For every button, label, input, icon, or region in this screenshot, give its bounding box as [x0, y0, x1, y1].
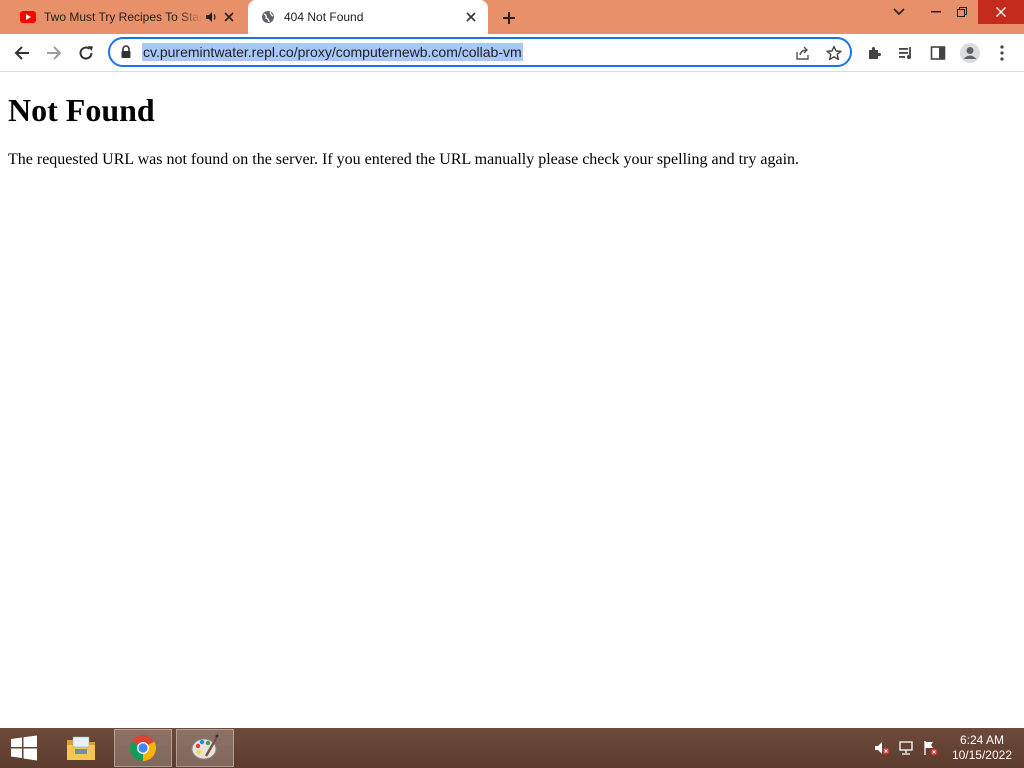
tab-youtube[interactable]: Two Must Try Recipes To Start	[8, 0, 246, 34]
media-control-icon[interactable]	[892, 39, 920, 67]
speaker-icon[interactable]	[202, 8, 220, 26]
address-bar[interactable]: cv.puremintwater.repl.co/proxy/computern…	[108, 37, 852, 67]
file-explorer-icon[interactable]	[56, 729, 106, 767]
menu-kebab-icon[interactable]	[988, 39, 1016, 67]
action-center-flag-icon[interactable]	[922, 740, 938, 756]
network-icon[interactable]	[898, 740, 914, 756]
tab-404[interactable]: 404 Not Found	[248, 0, 488, 34]
clock-time: 6:24 AM	[959, 733, 1004, 747]
taskbar: 6:24 AM 10/15/2022	[0, 728, 1024, 768]
tab-title: 404 Not Found	[284, 10, 364, 24]
page-content: Not Found The requested URL was not foun…	[0, 72, 1024, 728]
browser-toolbar: cv.puremintwater.repl.co/proxy/computern…	[0, 34, 1024, 72]
tab-strip: Two Must Try Recipes To Start 404 Not Fo…	[0, 0, 1024, 34]
share-icon[interactable]	[794, 44, 812, 62]
lock-icon[interactable]	[120, 45, 134, 59]
clock-date: 10/15/2022	[951, 748, 1012, 762]
start-button[interactable]	[0, 729, 48, 767]
tab-search-icon[interactable]	[883, 0, 915, 24]
close-tab-icon[interactable]	[220, 8, 238, 26]
volume-muted-icon[interactable]	[874, 740, 890, 756]
new-tab-button[interactable]	[498, 7, 520, 29]
extensions-icon[interactable]	[860, 39, 888, 67]
close-tab-icon[interactable]	[462, 8, 480, 26]
back-button[interactable]	[8, 39, 36, 67]
paint-icon[interactable]	[176, 729, 234, 767]
close-window-button[interactable]	[978, 0, 1024, 24]
page-title: Not Found	[8, 92, 155, 128]
youtube-icon	[20, 9, 36, 25]
bookmark-star-icon[interactable]	[825, 44, 843, 62]
taskbar-clock[interactable]: 6:24 AM 10/15/2022	[952, 733, 1012, 763]
chrome-icon[interactable]	[114, 729, 172, 767]
tab-title: Two Must Try Recipes To Start	[44, 10, 202, 24]
error-message: The requested URL was not found on the s…	[8, 151, 800, 168]
side-panel-icon[interactable]	[924, 39, 952, 67]
url-text[interactable]: cv.puremintwater.repl.co/proxy/computern…	[142, 43, 523, 61]
reload-button[interactable]	[72, 39, 100, 67]
globe-icon	[260, 9, 276, 25]
profile-avatar[interactable]	[956, 39, 984, 67]
forward-button[interactable]	[40, 39, 68, 67]
restore-button[interactable]	[946, 0, 978, 24]
